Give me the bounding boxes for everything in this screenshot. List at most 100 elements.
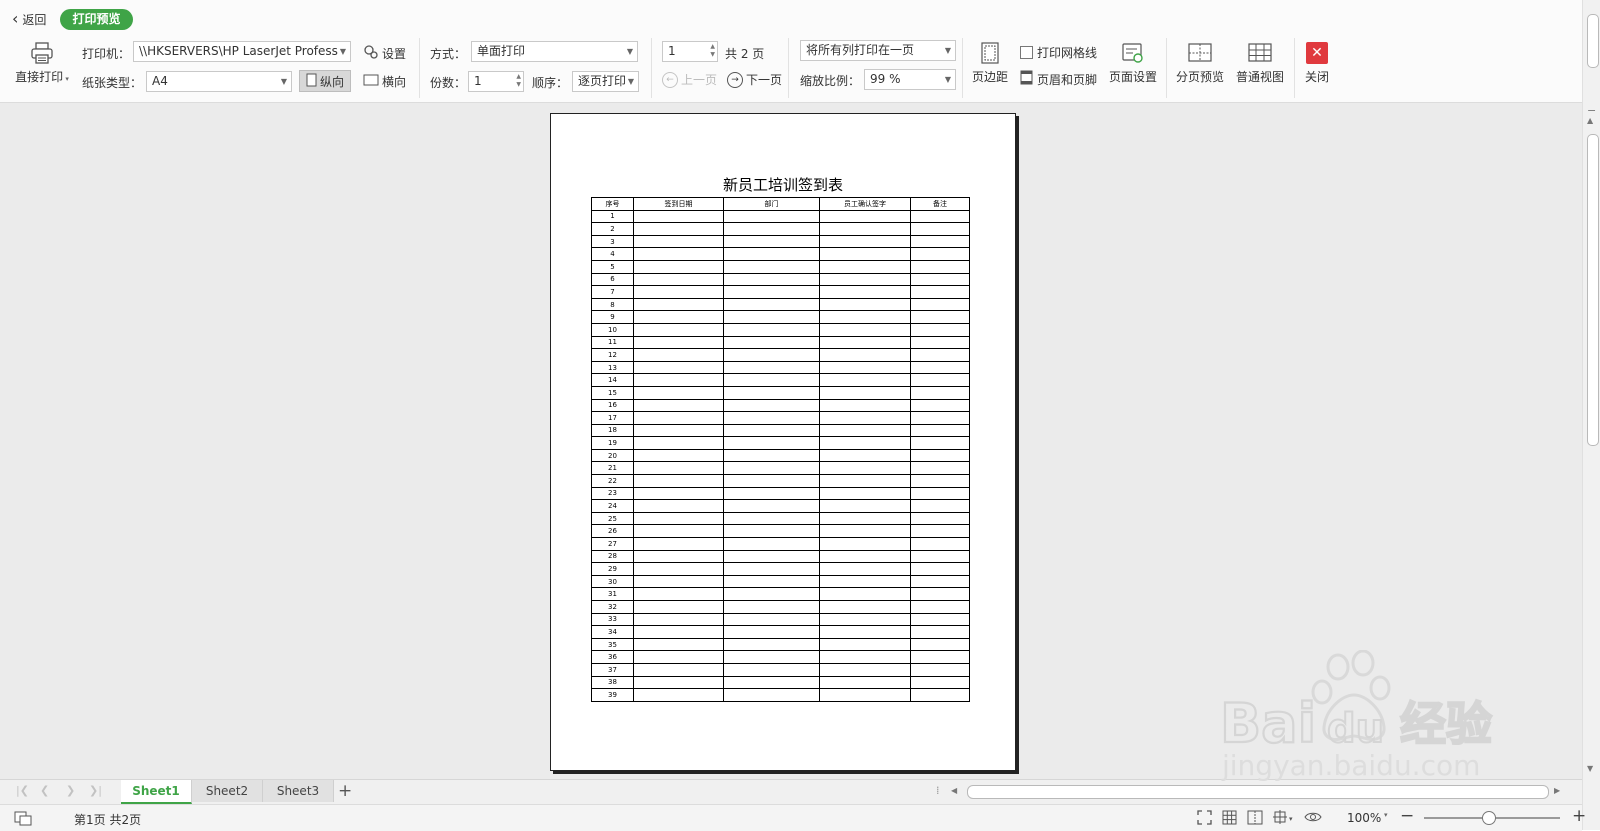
arrow-left-circle-icon: ←: [662, 71, 678, 88]
preview-scroll-thumb[interactable]: [1587, 134, 1599, 446]
table-cell: [910, 675, 970, 690]
printer-select[interactable]: \\HKSERVERS\HP LaserJet Profess ▼: [133, 41, 351, 62]
margins-button[interactable]: 页边距: [968, 42, 1012, 85]
column-header: 备注: [910, 197, 970, 211]
zoom-out-button[interactable]: −: [1400, 806, 1414, 826]
copies-stepper[interactable]: 1 ▲ ▼: [468, 71, 524, 92]
row-number-cell: 17: [591, 411, 634, 425]
zoom-dropdown-icon[interactable]: ▾: [1384, 811, 1388, 819]
back-button[interactable]: ‹ 返回: [12, 10, 46, 28]
portrait-page-icon: [306, 73, 317, 90]
table-row: 10: [591, 322, 970, 337]
zoom-ratio-select[interactable]: 99 % ▼: [864, 69, 956, 90]
prev-sheet-icon[interactable]: ❮: [40, 784, 49, 797]
sheet-tab-1[interactable]: Sheet1: [121, 780, 192, 804]
printer-value: \\HKSERVERS\HP LaserJet Profess: [139, 44, 338, 58]
printer-settings-button[interactable]: 设置: [363, 44, 406, 63]
sheet-tab-3[interactable]: Sheet3: [263, 780, 334, 802]
scroll-right-icon[interactable]: ▶: [1554, 786, 1560, 795]
table-cell: [910, 612, 970, 627]
row-number-cell: 5: [591, 259, 634, 274]
table-header-row: 序号 签到日期 部门 员工确认签字 备注: [591, 197, 970, 211]
table-cell: [819, 259, 911, 274]
toolbar-scroll-thumb[interactable]: [1587, 14, 1599, 68]
row-number-cell: 15: [591, 385, 634, 400]
dropdown-arrow-icon: ▼: [339, 47, 346, 56]
table-cell: [910, 600, 970, 614]
table-cell: [633, 675, 724, 690]
table-cell: [723, 272, 820, 287]
table-row: 7: [591, 285, 970, 299]
prev-page-button[interactable]: ← 上一页: [662, 71, 717, 88]
table-cell: [723, 423, 820, 438]
table-cell: [633, 448, 724, 463]
page-number-stepper[interactable]: 1 ▲ ▼: [662, 41, 718, 62]
sheet-title: 新员工培训签到表: [722, 176, 843, 194]
row-number-cell: 7: [591, 285, 634, 299]
eye-protection-icon[interactable]: [1304, 810, 1322, 827]
print-preview-badge: 打印预览: [60, 9, 133, 30]
direct-print-button[interactable]: 直接打印 ▾: [10, 42, 74, 85]
row-number-cell: 4: [591, 247, 634, 261]
table-row: 32: [591, 600, 970, 614]
scroll-arrow-down-icon[interactable]: ▼: [1587, 764, 1593, 773]
table-cell: [910, 574, 970, 589]
paper-type-select[interactable]: A4 ▼: [146, 71, 292, 92]
next-page-button[interactable]: → 下一页: [727, 71, 782, 88]
table-cell: [723, 411, 820, 425]
table-cell: [819, 600, 911, 614]
fit-mode-select[interactable]: 将所有列打印在一页 ▼: [800, 40, 956, 61]
portrait-button[interactable]: 纵向: [299, 70, 351, 92]
print-order-select[interactable]: 逐页打印 ▼: [572, 71, 639, 92]
normal-view-icon[interactable]: [1222, 810, 1237, 828]
zoom-in-button[interactable]: +: [1572, 806, 1586, 826]
first-sheet-icon[interactable]: |❮: [16, 784, 29, 797]
scroll-arrow-up-icon[interactable]: ▲: [1587, 116, 1593, 125]
last-sheet-icon[interactable]: ❯|: [89, 784, 102, 797]
toolbar-separator: [1294, 38, 1295, 98]
table-cell: [910, 360, 970, 375]
arrow-right-circle-icon: →: [727, 71, 743, 88]
header-footer-button[interactable]: 页眉和页脚: [1020, 70, 1097, 88]
table-cell: [819, 297, 911, 312]
table-row: 13: [591, 360, 970, 375]
table-row: 9: [591, 310, 970, 324]
zoom-slider-knob[interactable]: [1482, 811, 1497, 825]
print-gridlines-checkbox[interactable]: 打印网格线: [1020, 44, 1097, 61]
table-cell: [910, 562, 970, 576]
print-method-select[interactable]: 单面打印 ▼: [471, 41, 638, 62]
splitter-handle-icon[interactable]: ⁞: [936, 784, 940, 797]
table-cell: [819, 574, 911, 589]
sheet-tab-2[interactable]: Sheet2: [192, 780, 263, 802]
table-cell: [910, 524, 970, 539]
page-break-view-icon[interactable]: [1247, 810, 1263, 828]
vertical-scrollbar[interactable]: − ▲ ▼: [1582, 0, 1600, 830]
reading-mode-icon[interactable]: ▾: [1272, 809, 1294, 828]
table-cell: [910, 486, 970, 501]
scroll-left-icon[interactable]: ◀: [951, 786, 957, 795]
prev-page-label: 上一页: [681, 73, 718, 87]
dropdown-caret-icon: ▾: [63, 75, 69, 83]
row-number-cell: 24: [591, 499, 634, 513]
table-cell: [819, 486, 911, 501]
table-cell: [723, 562, 820, 576]
next-sheet-icon[interactable]: ❯: [66, 784, 75, 797]
page-break-preview-button[interactable]: 分页预览: [1174, 42, 1226, 85]
header-footer-icon: [1020, 70, 1033, 88]
back-label: 返回: [22, 12, 47, 27]
table-cell: [633, 285, 724, 299]
close-preview-button[interactable]: ✕ 关闭: [1300, 42, 1334, 85]
row-number-cell: 25: [591, 511, 634, 526]
table-cell: [910, 688, 970, 702]
normal-view-button[interactable]: 普通视图: [1234, 42, 1286, 85]
table-cell: [910, 272, 970, 287]
page-setup-button[interactable]: 页面设置: [1106, 42, 1160, 85]
zoom-percentage[interactable]: 100%: [1347, 811, 1381, 825]
add-sheet-button[interactable]: +: [338, 780, 352, 802]
horizontal-scrollbar[interactable]: [967, 785, 1549, 799]
status-bar: 第1页 共2页 ▾ 100% ▾ − +: [0, 804, 1586, 831]
fullscreen-icon[interactable]: [1197, 810, 1212, 828]
table-cell: [910, 348, 970, 362]
document-icon[interactable]: [14, 810, 32, 829]
landscape-button[interactable]: 横向: [363, 73, 406, 90]
